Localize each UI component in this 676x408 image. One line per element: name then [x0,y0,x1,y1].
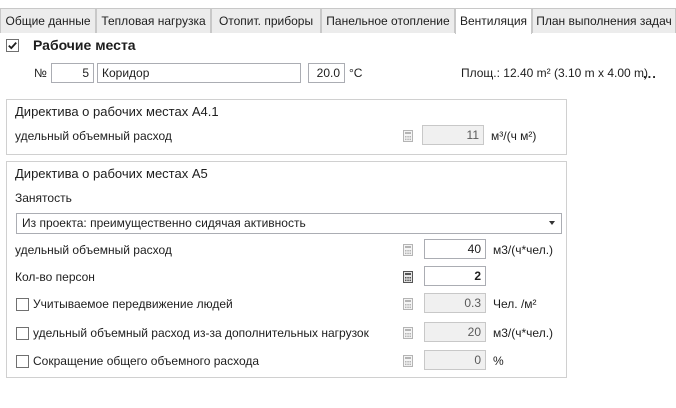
a5-specific-flow-label: удельный объемный расход [15,243,172,257]
room-number-label: № [34,66,47,80]
tab-general[interactable]: Общие данные [0,8,96,33]
calculator-icon[interactable] [403,298,413,310]
room-temperature-input[interactable]: 20.0 [308,63,345,83]
a5-specific-flow-unit: м3/(ч*чел.) [493,243,554,257]
occupancy-value: Из проекта: преимущественно сидячая акти… [22,216,306,230]
movement-checkbox[interactable] [16,298,29,311]
occupancy-label: Занятость [15,191,72,205]
additional-loads-label: удельный объемный расход из-за дополните… [33,326,369,340]
room-number-input[interactable]: 5 [51,63,94,83]
movement-label: Учитываемое передвижение людей [33,297,233,311]
workplaces-checkbox[interactable] [6,39,19,52]
calculator-icon[interactable] [403,244,413,256]
checkmark-icon [6,39,19,52]
tab-heat-load[interactable]: Тепловая нагрузка [96,8,211,33]
additional-loads-input[interactable]: 20 [424,322,486,342]
chevron-down-icon [549,221,555,225]
tab-ventilation[interactable]: Вентиляция [455,8,532,34]
workplaces-header: Рабочие места [6,37,666,55]
temperature-unit: °C [349,66,363,80]
tab-radiators[interactable]: Отопит. приборы [211,8,321,33]
a41-specific-flow-unit: м³/(ч м²) [491,129,537,143]
additional-loads-checkbox[interactable] [16,327,29,340]
reduction-input[interactable]: 0 [424,350,486,370]
directive-a41-group: Директива о рабочих местах А4.1 удельный… [6,99,567,155]
tab-bar: Общие данные Тепловая нагрузка Отопит. п… [0,8,676,34]
directive-a41-title: Директива о рабочих местах А4.1 [15,104,219,119]
movement-input[interactable]: 0.3 [424,293,486,313]
directive-a5-group: Директива о рабочих местах А5 Занятость … [6,161,567,378]
reduction-label: Сокращение общего объемного расхода [33,354,260,368]
a41-specific-flow-input[interactable]: 11 [422,125,484,145]
a5-specific-flow-input[interactable]: 40 [424,239,486,259]
reduction-checkbox[interactable] [16,355,29,368]
calculator-icon[interactable] [403,327,413,339]
calculator-icon[interactable] [403,355,413,367]
directive-a5-title: Директива о рабочих местах А5 [15,166,208,181]
room-area-text: Площ.: 12.40 m² (3.10 m x 4.00 m) [461,66,649,80]
reduction-unit: % [493,354,504,368]
additional-loads-unit: м3/(ч*чел.) [493,326,554,340]
room-name-input[interactable]: Коридор [97,63,301,83]
persons-label: Кол-во персон [15,270,95,284]
persons-input[interactable]: 2 [424,266,486,286]
tab-task-plan[interactable]: План выполнения задач [532,8,676,33]
calculator-icon[interactable] [403,130,413,142]
occupancy-select[interactable]: Из проекта: преимущественно сидячая акти… [16,213,562,234]
calculator-icon[interactable] [403,271,413,283]
movement-unit: Чел. /м² [493,297,537,311]
workplaces-title: Рабочие места [33,37,136,53]
room-row: № 5 Коридор 20.0 °C Площ.: 12.40 m² (3.1… [0,62,676,84]
tab-panel-heating[interactable]: Панельное отопление [321,8,455,33]
more-button[interactable]: ... [643,66,657,81]
a41-specific-flow-label: удельный объемный расход [15,129,172,143]
